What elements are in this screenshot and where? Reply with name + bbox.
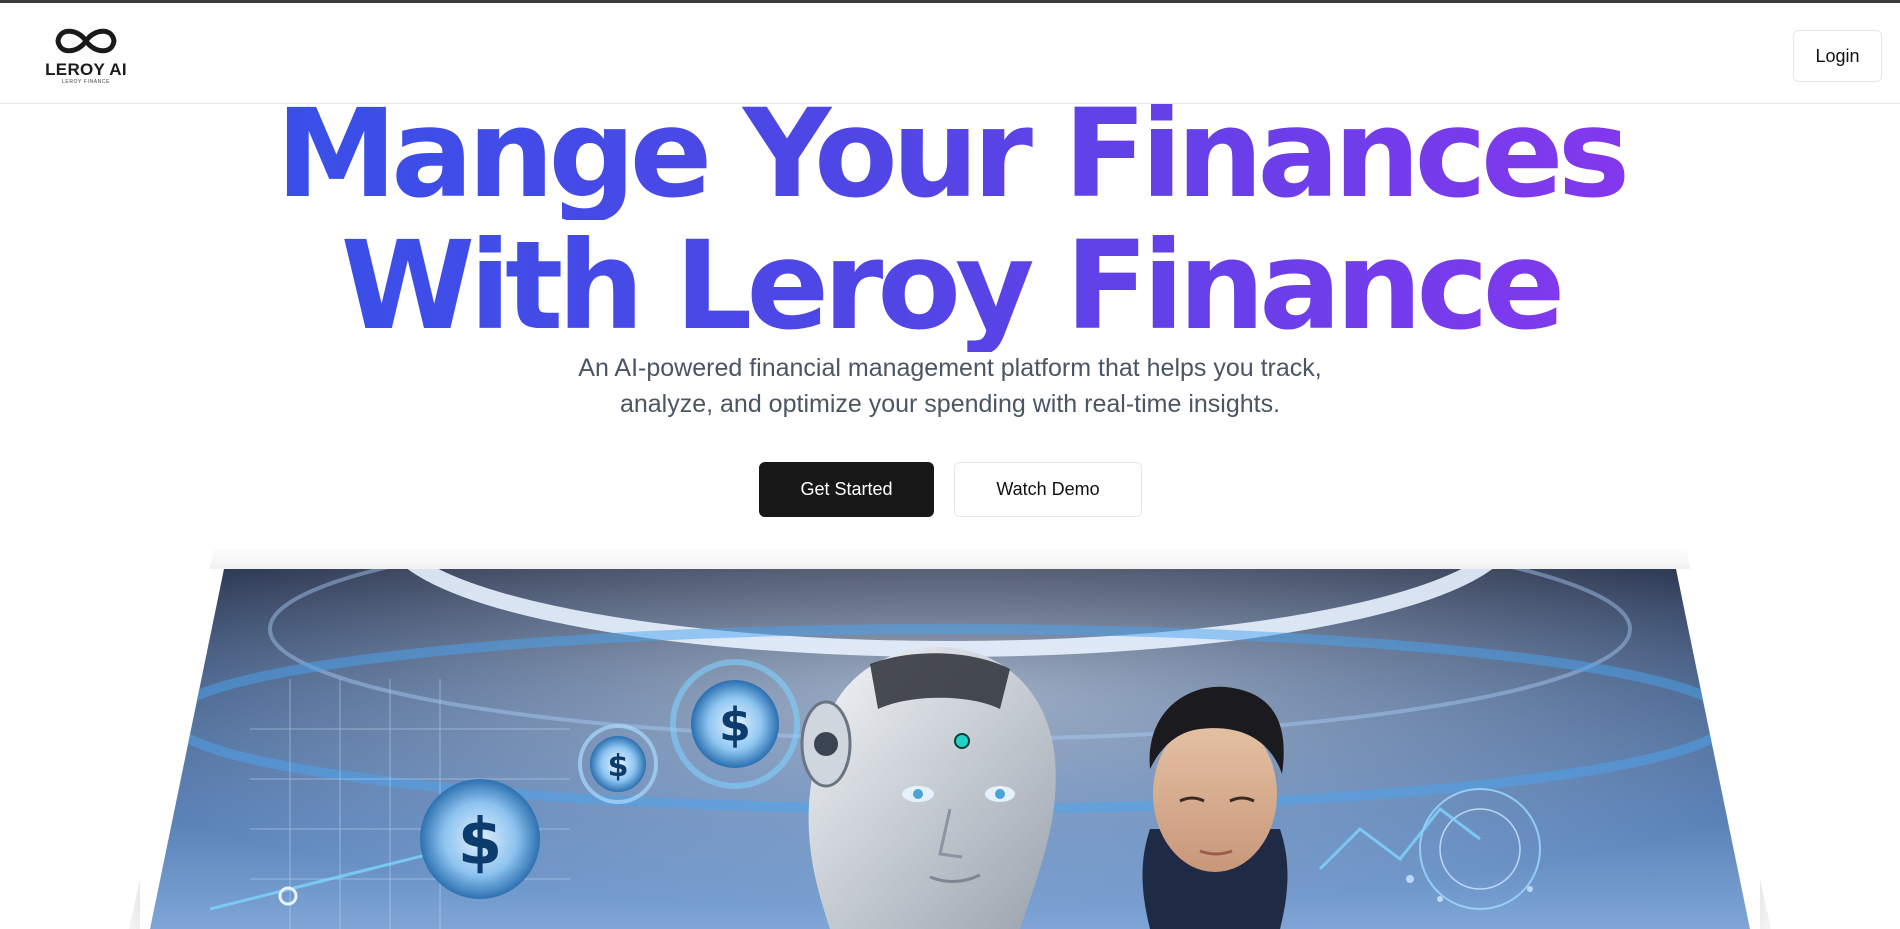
svg-text:$: $ [608,749,629,784]
hero-subtitle: An AI-powered financial management platf… [450,350,1450,422]
brand-logo[interactable]: LEROY AI LEROY FINANCE [40,23,132,89]
dollar-coin-icon: $ [420,779,540,899]
hero-illustration: $ $ $ [150,569,1750,929]
robot-and-man-illustration: $ $ $ [150,569,1750,929]
hero-title: Mange Your Finances With Leroy Finance [0,88,1900,352]
site-header: LEROY AI LEROY FINANCE Login [0,3,1900,104]
brand-name: LEROY AI [45,60,127,79]
svg-text:$: $ [458,806,503,880]
dollar-coin-icon: $ [578,724,658,804]
infinity-logo-icon [55,28,117,54]
dollar-coin-icon: $ [670,659,800,789]
hero-subtitle-line-1: An AI-powered financial management platf… [578,354,1322,382]
hero-title-line-2: With Leroy Finance [0,220,1900,352]
get-started-button[interactable]: Get Started [759,462,934,517]
watch-demo-button[interactable]: Watch Demo [954,462,1142,517]
login-button[interactable]: Login [1793,30,1882,82]
hero-subtitle-line-2: analyze, and optimize your spending with… [619,390,1281,418]
svg-text:$: $ [719,698,751,752]
hero-title-line-1: Mange Your Finances [0,88,1900,220]
brand-tagline: LEROY FINANCE [62,79,110,85]
